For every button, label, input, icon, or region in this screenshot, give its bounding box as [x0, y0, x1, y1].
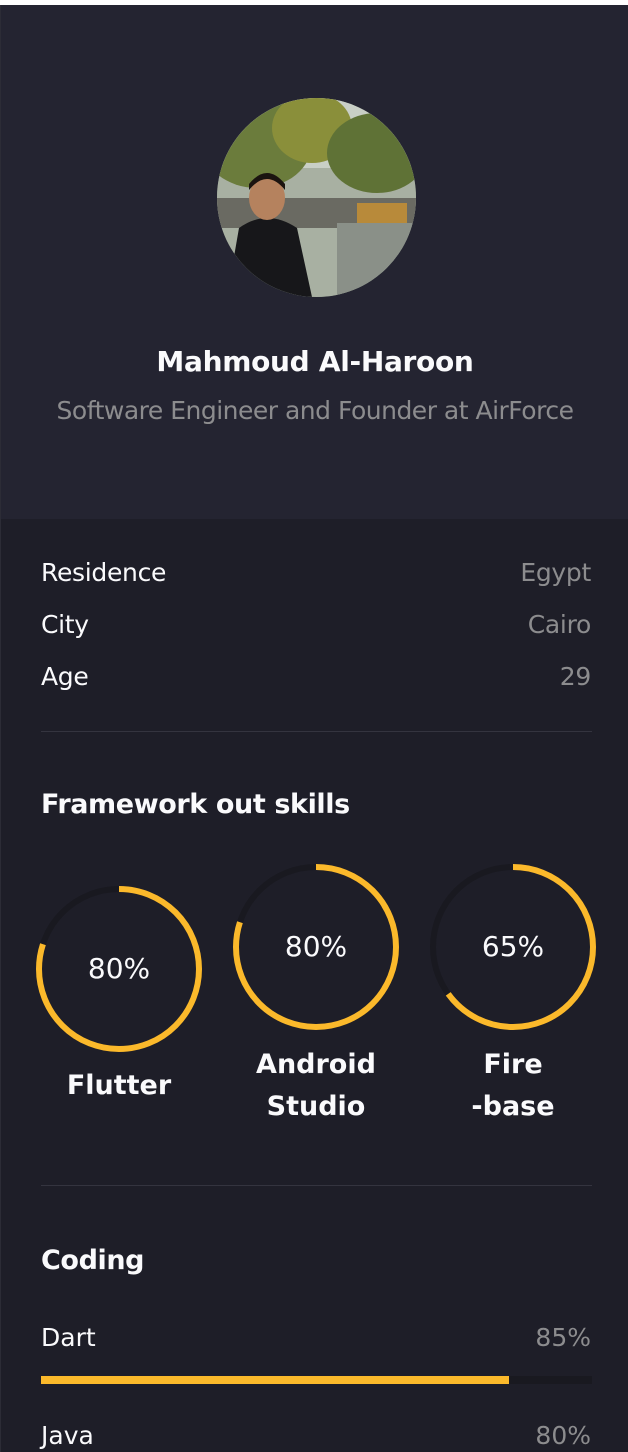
coding-label-java: Java: [41, 1421, 94, 1450]
skill-ring-flutter: 80%: [35, 885, 203, 1053]
profile-name: Mahmoud Al-Haroon: [156, 345, 474, 378]
info-value: 29: [559, 662, 592, 691]
info-label: Residence: [41, 558, 167, 587]
coding-bar-dart: [41, 1376, 592, 1384]
skill-percent: 80%: [284, 930, 348, 963]
skill-label-flutter: Flutter: [21, 1065, 217, 1107]
skill-percent: 80%: [87, 952, 151, 985]
coding-value-dart: 85%: [535, 1323, 591, 1352]
profile-header: Mahmoud Al-Haroon Software Engineer and …: [1, 5, 628, 519]
skill-label-line: -base: [471, 1091, 555, 1122]
info-row-city: City Cairo: [41, 610, 591, 646]
skill-label-line: Studio: [266, 1091, 366, 1122]
info-label: Age: [41, 662, 89, 691]
coding-value-java: 80%: [535, 1421, 591, 1450]
profile-sidebar: Mahmoud Al-Haroon Software Engineer and …: [0, 5, 628, 1452]
skill-label-line: Android: [256, 1049, 376, 1080]
skill-label-line: Flutter: [66, 1070, 172, 1101]
profile-title: Software Engineer and Founder at AirForc…: [56, 396, 574, 425]
frameworks-title: Framework out skills: [41, 789, 350, 820]
info-label: City: [41, 610, 89, 639]
coding-label-dart: Dart: [41, 1323, 96, 1352]
info-value: Cairo: [527, 610, 592, 639]
skill-ring-android-studio: 80%: [232, 863, 400, 1031]
skill-label-line: Fire: [483, 1049, 543, 1080]
skill-ring-firebase: 65%: [429, 863, 597, 1031]
info-row-residence: Residence Egypt: [41, 558, 591, 594]
info-row-age: Age 29: [41, 662, 591, 698]
coding-bar-fill: [41, 1376, 510, 1384]
divider: [41, 1185, 592, 1186]
coding-title: Coding: [41, 1245, 145, 1276]
skill-label-firebase: Fire -base: [415, 1044, 611, 1128]
divider: [41, 731, 592, 732]
avatar: [217, 98, 416, 297]
skill-label-android-studio: Android Studio: [218, 1044, 414, 1128]
skill-percent: 65%: [481, 930, 545, 963]
info-value: Egypt: [520, 558, 591, 587]
